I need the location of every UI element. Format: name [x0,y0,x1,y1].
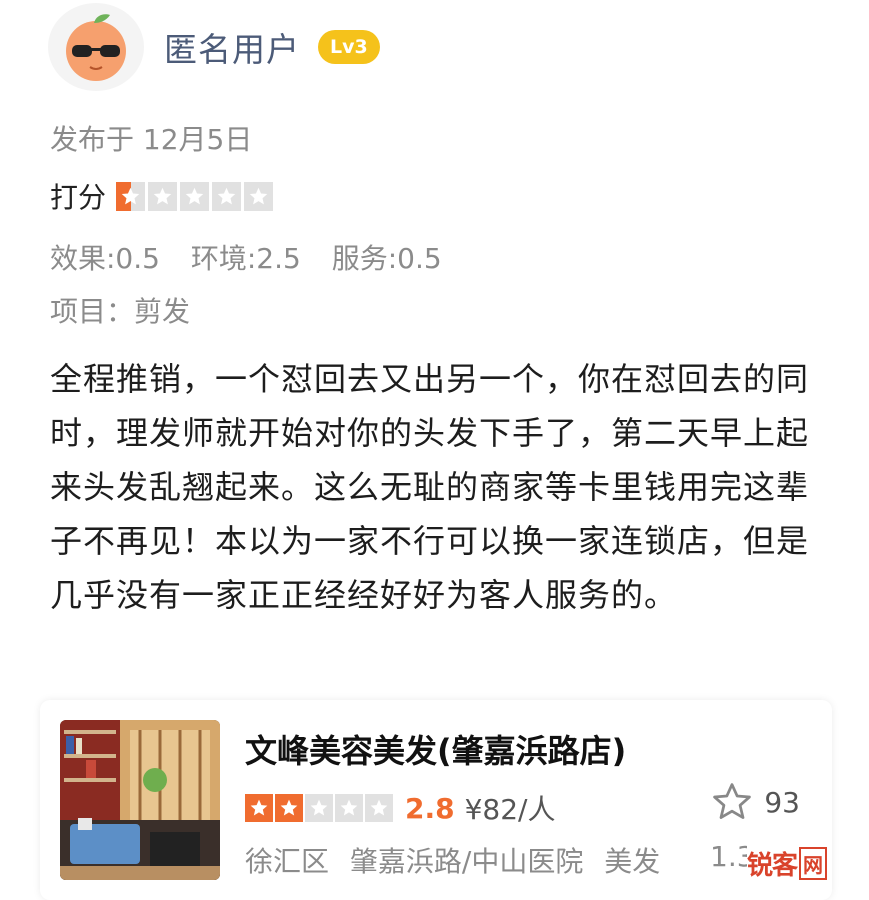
score-effect: 效果:0.5 [50,242,160,275]
shop-district: 徐汇区 [245,845,330,878]
username[interactable]: 匿名用户 [164,23,300,71]
shop-score: 2.8 [405,791,455,825]
level-badge: Lv3 [318,30,380,64]
shop-category: 美发 [604,845,661,878]
review-star-2 [148,181,178,211]
shop-location: 徐汇区 肇嘉浜路/中山医院 美发 [245,840,672,880]
rating-label: 打分 [50,181,107,214]
shop-price: ¥82/人 [464,793,556,826]
favorite-button[interactable]: 93 [710,780,800,824]
watermark-box: 网 [799,847,827,880]
shop-star-1 [245,794,273,822]
review-star-1 [116,181,146,211]
shop-star-4 [335,794,363,822]
shop-star-3 [305,794,333,822]
watermark-logo: 锐客 网 [746,845,827,882]
review-rating: 打分 [50,176,274,216]
shop-area: 肇嘉浜路/中山医院 [349,845,584,878]
publish-date: 发布于 12月5日 [50,123,253,156]
shop-rating: 2.8 ¥82/人 [245,788,556,828]
star-outline-icon [713,783,752,819]
shop-stars [245,794,393,822]
orange-with-sunglasses-icon [66,14,126,81]
watermark-text: 锐客 [746,851,798,881]
review-stars [116,181,274,211]
shop-name[interactable]: 文峰美容美发(肇嘉浜路店) [245,726,626,772]
favorite-count: 93 [764,785,800,819]
shop-star-5 [365,794,393,822]
shop-star-2 [275,794,303,822]
review-text: 全程推销，一个怼回去又出另一个，你在怼回去的同时，理发师就开始对你的头发下手了，… [50,360,810,614]
user-avatar[interactable] [48,3,144,91]
sub-scores: 效果:0.5 环境:2.5 服务:0.5 [50,237,464,277]
review-star-3 [180,181,210,211]
shop-card[interactable]: 文峰美容美发(肇嘉浜路店) 2.8 ¥82/人 93 徐汇区 肇嘉浜路/中山医院… [40,700,832,900]
score-service: 服务:0.5 [331,242,442,275]
review-star-4 [212,181,242,211]
project-label: 项目：剪发 [50,295,191,328]
score-environment: 环境:2.5 [190,242,301,275]
review-star-5 [244,181,274,211]
shop-image [60,720,220,880]
review-header: 匿名用户 Lv3 [48,2,380,92]
